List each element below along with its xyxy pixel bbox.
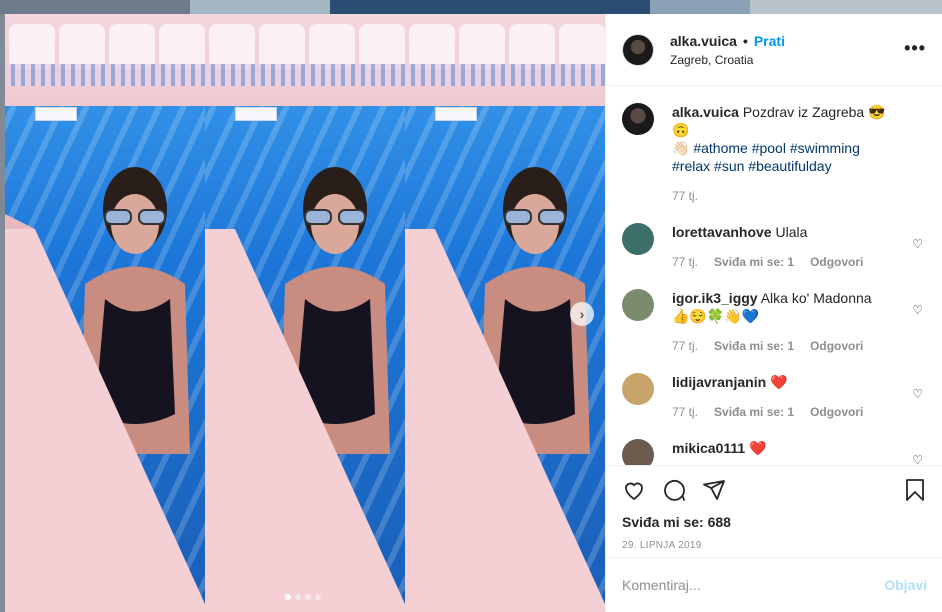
commenter-avatar[interactable] [622, 223, 654, 255]
more-options-icon[interactable]: ••• [904, 38, 926, 59]
pool-edge [5, 214, 205, 612]
comment-input[interactable] [622, 577, 885, 593]
carousel-dot [285, 594, 291, 600]
comment-emoji: 👍😌🍀👋💙 [672, 308, 760, 324]
post-modal: › alka.vuica • Prati Zagreb, Croatia ••• [5, 14, 942, 612]
background-thumbnails [0, 0, 942, 14]
post-header: alka.vuica • Prati Zagreb, Croatia ••• [606, 14, 942, 86]
author-avatar[interactable] [622, 103, 654, 135]
comments-list[interactable]: alka.vuica Pozdrav iz Zagreba 😎🙃 👋🏻 #ath… [606, 87, 942, 465]
post-actions: Sviđa mi se: 688 29. LIPNJA 2019 [606, 465, 942, 557]
comment-time[interactable]: 77 tj. [672, 403, 698, 421]
heart-icon[interactable] [622, 478, 646, 502]
comment-username[interactable]: igor.ik3_iggy [672, 290, 758, 306]
pool-edge [205, 229, 405, 612]
comment-item: mikica0111 ❤️ ♡ [622, 439, 927, 465]
commenter-avatar[interactable] [622, 439, 654, 465]
media-panel [205, 14, 405, 612]
heart-icon[interactable]: ♡ [912, 237, 923, 251]
caption-username[interactable]: alka.vuica [672, 104, 739, 120]
comment-item: igor.ik3_iggy Alka ko' Madonna 👍😌🍀👋💙 77 … [622, 289, 927, 355]
author-avatar[interactable] [622, 33, 654, 66]
comment-composer: Objavi [606, 557, 942, 612]
hashtag-link[interactable]: #sun [714, 158, 744, 174]
heart-icon[interactable]: ♡ [912, 303, 923, 317]
commenter-avatar[interactable] [622, 373, 654, 405]
comment-likes[interactable]: Sviđa mi se: 1 [714, 403, 794, 421]
comment-username[interactable]: lidijavranjanin [672, 374, 766, 390]
chevron-right-icon: › [579, 306, 585, 322]
comment-time[interactable]: 77 tj. [672, 253, 698, 271]
post-date[interactable]: 29. LIPNJA 2019 [622, 540, 927, 551]
hashtag-link[interactable]: #beautifulday [748, 158, 831, 174]
heart-icon[interactable]: ♡ [912, 453, 923, 465]
carousel-next-button[interactable]: › [570, 302, 594, 326]
comment-time[interactable]: 77 tj. [672, 337, 698, 355]
follow-button[interactable]: Prati [754, 33, 785, 49]
comment-item: lidijavranjanin ❤️ 77 tj. Sviđa mi se: 1… [622, 373, 927, 421]
carousel-dot [315, 594, 321, 600]
comment-item: lorettavanhove Ulala 77 tj. Sviđa mi se:… [622, 223, 927, 271]
heart-icon[interactable]: ♡ [912, 387, 923, 401]
hashtag-link[interactable]: #relax [672, 158, 710, 174]
reply-button[interactable]: Odgovori [810, 403, 863, 421]
bookmark-icon[interactable] [903, 478, 927, 502]
reply-button[interactable]: Odgovori [810, 253, 863, 271]
comment-username[interactable]: lorettavanhove [672, 224, 772, 240]
post-comment-button[interactable]: Objavi [884, 577, 927, 593]
post-sidebar: alka.vuica • Prati Zagreb, Croatia ••• a… [605, 14, 942, 612]
carousel-dot [295, 594, 301, 600]
caption-time[interactable]: 77 tj. [672, 187, 698, 205]
reply-button[interactable]: Odgovori [810, 337, 863, 355]
comment-likes[interactable]: Sviđa mi se: 1 [714, 337, 794, 355]
media-panel [5, 14, 205, 612]
comment-icon[interactable] [662, 478, 686, 502]
post-location[interactable]: Zagreb, Croatia [670, 53, 785, 67]
comment-username[interactable]: mikica0111 [672, 440, 745, 456]
commenter-avatar[interactable] [622, 289, 654, 321]
author-username[interactable]: alka.vuica [670, 33, 737, 49]
comment-text: Ulala [775, 224, 808, 240]
send-icon[interactable] [702, 478, 726, 502]
carousel-dot [305, 594, 311, 600]
post-media-carousel[interactable]: › [5, 14, 605, 612]
hashtag-link[interactable]: #athome [693, 140, 747, 156]
caption-emoji: 👋🏻 [672, 140, 690, 156]
carousel-indicator [285, 594, 321, 600]
hashtag-link[interactable]: #swimming [790, 140, 860, 156]
comment-likes[interactable]: Sviđa mi se: 1 [714, 253, 794, 271]
comment-text: ❤️ [749, 440, 767, 456]
separator-dot: • [742, 32, 748, 49]
comment-text: ❤️ [770, 374, 788, 390]
likes-count[interactable]: Sviđa mi se: 688 [622, 514, 927, 530]
hashtag-link[interactable]: #pool [752, 140, 786, 156]
caption: alka.vuica Pozdrav iz Zagreba 😎🙃 👋🏻 #ath… [622, 103, 927, 205]
comment-text: Alka ko' Madonna [760, 290, 872, 306]
